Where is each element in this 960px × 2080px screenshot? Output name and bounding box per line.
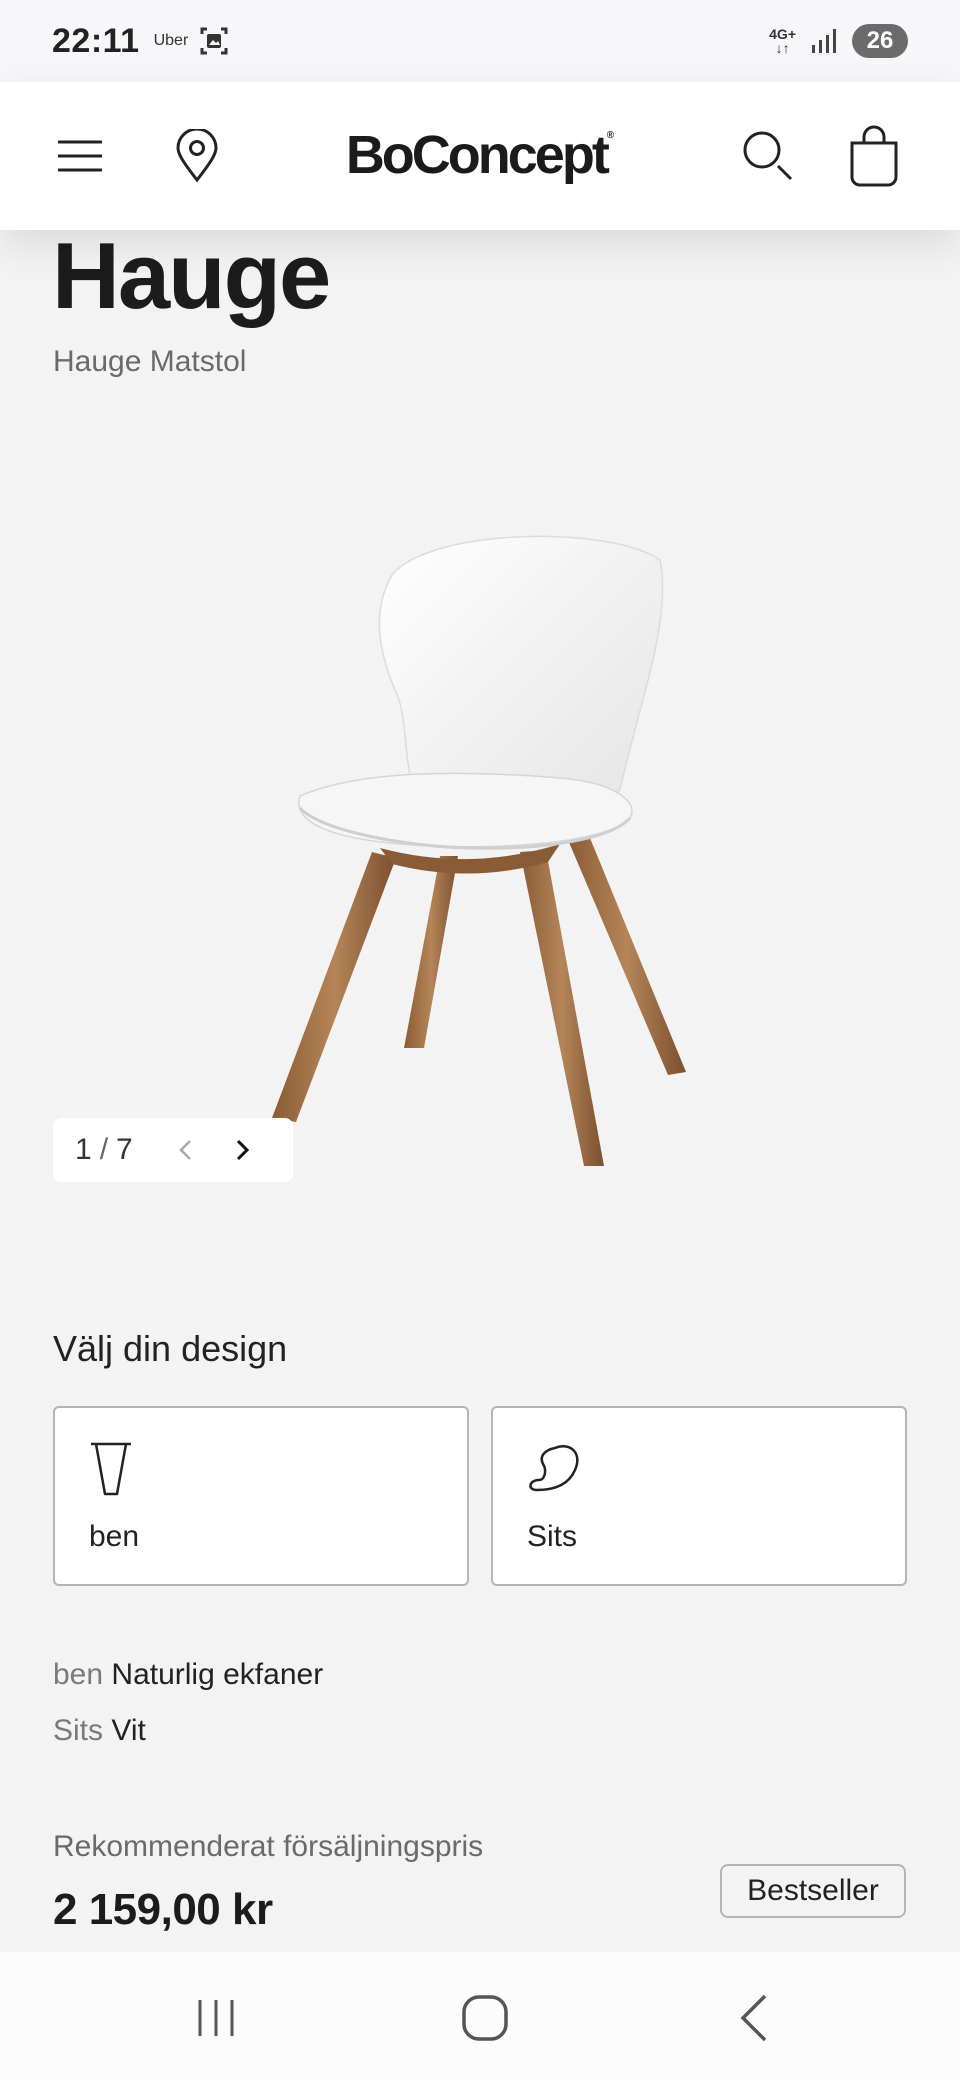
design-option-label: Sits [527, 1520, 578, 1553]
gallery-icon [200, 27, 228, 55]
search-icon [743, 131, 793, 181]
gallery-separator: / [99, 1133, 109, 1166]
gallery-pager: 1 / 7 [53, 1118, 293, 1182]
back-icon[interactable] [725, 1988, 785, 2048]
chevron-right-icon[interactable] [227, 1135, 257, 1165]
network-indicator: 4G+ ↓↑ [769, 27, 796, 55]
status-time: 22:11 [52, 21, 140, 60]
battery-icon: 26 [852, 24, 908, 58]
status-bar: 22:11 Uber 4G+ ↓↑ 26 [0, 0, 960, 82]
spec-key: Sits [53, 1714, 104, 1747]
spec-value: Naturlig ekfaner [111, 1658, 324, 1691]
signal-icon [812, 29, 836, 53]
bestseller-badge: Bestseller [720, 1864, 906, 1918]
battery-level: 26 [866, 27, 894, 54]
spec-row-seat: Sits Vit [53, 1714, 146, 1748]
product-title: Hauge [52, 223, 331, 328]
spec-value: Vit [111, 1714, 146, 1747]
site-header: BoConcept® [0, 82, 960, 230]
product-subtitle: Hauge Matstol [53, 345, 247, 378]
chair-leg-icon [91, 1442, 131, 1496]
cart-button[interactable] [834, 116, 914, 196]
brand-trademark: ® [606, 130, 615, 141]
gallery-total: 7 [116, 1133, 133, 1166]
home-icon[interactable] [455, 1988, 515, 2048]
brand-name: BoConcept [345, 125, 610, 185]
shopping-bag-icon [850, 125, 898, 187]
price-label: Rekommenderat försäljningspris [53, 1830, 484, 1863]
price-value: 2 159,00 kr [53, 1885, 273, 1934]
product-image[interactable] [250, 520, 710, 1180]
status-app-label: Uber [153, 32, 189, 49]
design-option-legs[interactable]: ben [53, 1406, 469, 1586]
network-arrows: ↓↑ [775, 40, 790, 56]
gallery-current: 1 [75, 1133, 92, 1166]
spec-key: ben [53, 1658, 104, 1691]
system-nav-bar [0, 1952, 960, 2080]
design-section-title: Välj din design [53, 1328, 288, 1369]
spec-row-legs: ben Naturlig ekfaner [53, 1658, 323, 1692]
search-button[interactable] [728, 116, 808, 196]
recent-apps-icon[interactable] [186, 1988, 246, 2048]
brand-logo[interactable]: BoConcept® [0, 124, 960, 186]
network-type: 4G+ [769, 26, 796, 42]
design-option-label: ben [89, 1520, 140, 1553]
chevron-left-icon[interactable] [171, 1135, 201, 1165]
design-option-seat[interactable]: Sits [491, 1406, 907, 1586]
chair-seat-icon [529, 1445, 579, 1492]
